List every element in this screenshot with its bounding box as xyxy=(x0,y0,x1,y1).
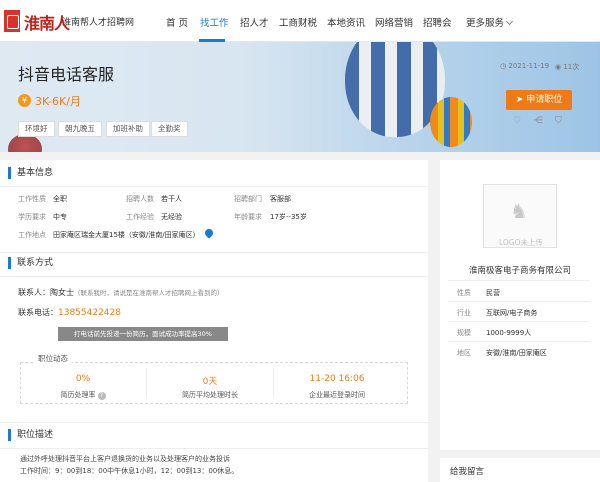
top-nav: 淮南人 淮南帮人才招聘网 首 页 找工作 招人才 工商财税 本地资讯 网络营销 … xyxy=(0,0,600,42)
company-field-value: 互联网/电子商务 xyxy=(486,309,538,317)
description-heading: 职位描述 xyxy=(8,429,53,441)
contact-person-label: 联系人： xyxy=(18,288,50,297)
divider xyxy=(0,422,428,423)
field-value: 若干人 xyxy=(161,195,182,203)
resume-tip: 打电话前先投递一份简历，面试成功率提高30% xyxy=(58,327,228,341)
divider xyxy=(0,186,428,187)
company-field-label: 地区 xyxy=(457,349,471,357)
contact-heading: 联系方式 xyxy=(8,257,53,269)
company-field-label: 规模 xyxy=(457,329,471,337)
divider xyxy=(0,448,428,449)
chevron-down-icon xyxy=(505,17,514,26)
field-value: 全职 xyxy=(53,195,67,203)
work-address: 田家庵区瑞金大厦15楼（安徽/淮南/田家庵区） xyxy=(53,231,200,239)
field-value: 客服部 xyxy=(270,195,291,203)
job-detail-panel: 基本信息 联系方式 职位描述 xyxy=(0,160,428,482)
nav-more-services[interactable]: 更多服务 xyxy=(466,15,514,29)
company-field-label: 行业 xyxy=(457,309,471,317)
field-label: 学历要求 xyxy=(18,213,46,221)
divider xyxy=(273,368,274,398)
nav-tax[interactable]: 工商财税 xyxy=(279,15,317,29)
divider xyxy=(146,368,147,398)
stat-label: 企业最近登录时间 xyxy=(309,391,365,399)
company-field-value: 安徽/淮南/田家庵区 xyxy=(486,349,547,357)
send-icon: ➤ xyxy=(515,95,527,105)
contact-phone-label: 联系电话： xyxy=(18,308,58,317)
stat-label: 简历平均处理时长 xyxy=(182,391,238,399)
dynamics-heading: 职位动态 xyxy=(34,353,72,364)
divider xyxy=(448,280,590,281)
job-tag: 朝九晚五 xyxy=(58,121,102,137)
company-field-value: 1000-9999人 xyxy=(486,329,532,337)
stat-value: 0天 xyxy=(202,377,218,387)
logo-placeholder-text: LOGO未上传 xyxy=(498,238,544,247)
divider xyxy=(0,276,428,277)
logo-placeholder-icon: ♞ xyxy=(510,199,528,223)
stat-value: 0% xyxy=(75,374,91,384)
shield-icon[interactable]: ⛉ xyxy=(555,116,562,126)
divider xyxy=(448,321,590,322)
field-label: 工作经验 xyxy=(126,213,154,221)
divider xyxy=(0,252,428,253)
message-panel: 给我留言 xyxy=(440,458,600,482)
contact-phone-row: 联系电话：13855422428 xyxy=(18,307,121,318)
divider xyxy=(448,341,590,342)
logo-mark-icon xyxy=(4,10,20,32)
contact-phone[interactable]: 13855422428 xyxy=(58,308,121,318)
contact-person: 陶女士 xyxy=(50,288,74,297)
nav-local-news[interactable]: 本地资讯 xyxy=(327,15,365,29)
company-field-label: 性质 xyxy=(457,289,471,297)
nav-job-fair[interactable]: 招聘会 xyxy=(423,15,452,29)
stat-value: 11-20 16:06 xyxy=(309,374,365,384)
company-logo-placeholder: ♞ LOGO未上传 xyxy=(483,184,557,248)
field-label: 工作地点 xyxy=(18,231,46,239)
nav-home[interactable]: 首 页 xyxy=(166,15,188,29)
field-label: 招聘部门 xyxy=(234,195,262,203)
view-count: ◉ 11次 xyxy=(555,63,580,71)
nav-find-job[interactable]: 找工作 xyxy=(200,15,229,29)
basic-info-heading: 基本信息 xyxy=(8,167,53,179)
field-value: 无经验 xyxy=(161,213,182,221)
field-value: 中专 xyxy=(53,213,67,221)
field-label: 工作性质 xyxy=(18,195,46,203)
job-tag: 加班补助 xyxy=(106,121,150,137)
company-field-value: 民营 xyxy=(486,289,500,297)
company-name[interactable]: 淮南极客电子商务有限公司 xyxy=(440,264,600,276)
description-line: 通过外呼处理抖音平台上客户退换货的业务以及处理客户的业务投诉 xyxy=(20,455,230,463)
divider xyxy=(448,301,590,302)
nav-recruit[interactable]: 招人才 xyxy=(240,15,269,29)
field-label: 年龄要求 xyxy=(234,213,262,221)
contact-note: （联系我时，请说是在淮南帮人才招聘网上看到的） xyxy=(74,289,224,297)
site-logo[interactable]: 淮南人 淮南帮人才招聘网 xyxy=(4,10,134,33)
contact-person-row: 联系人：陶女士（联系我时，请说是在淮南帮人才招聘网上看到的） xyxy=(18,287,224,298)
job-tag: 全勤奖 xyxy=(151,121,188,137)
description-line: 工作时间：9：00到18：00中午休息1小时，12：00到13：00休息。 xyxy=(20,467,239,475)
yen-icon: ¥ xyxy=(18,94,31,107)
field-value: 17岁--35岁 xyxy=(270,213,307,221)
post-date: ◷ 2021-11-19 xyxy=(500,62,550,70)
nav-more-label: 更多服务 xyxy=(466,18,505,29)
share-icon[interactable]: ⋲ xyxy=(534,116,543,126)
field-label: 招聘人数 xyxy=(126,195,154,203)
apply-button[interactable]: ➤ 申请职位 xyxy=(506,90,572,110)
small-balloon-illustration xyxy=(430,97,472,147)
nav-marketing[interactable]: 网络营销 xyxy=(375,15,413,29)
heart-icon[interactable]: ♡ xyxy=(513,116,521,126)
job-salary: 3K-6K/月 xyxy=(35,95,81,108)
job-tag: 环境好 xyxy=(18,121,55,137)
job-title: 抖音电话客服 xyxy=(18,65,115,84)
stat-label: 简历处理率? xyxy=(28,390,138,400)
help-icon[interactable]: ? xyxy=(97,392,106,400)
message-heading: 给我留言 xyxy=(450,467,485,477)
logo-subtitle: 淮南帮人才招聘网 xyxy=(62,18,135,28)
